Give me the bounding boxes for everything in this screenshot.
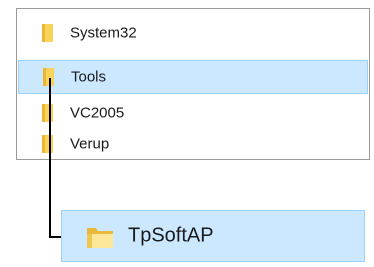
folder-tree-panel: System32 Tools VC2005 Verup (16, 8, 370, 160)
folder-icon (43, 68, 55, 86)
destination-folder-item[interactable]: TpSoftAP (61, 210, 365, 262)
folder-icon (42, 104, 54, 122)
destination-folder-label: TpSoftAP (128, 224, 214, 247)
tree-item-label: Tools (71, 68, 107, 86)
tree-item-system32[interactable]: System32 (18, 16, 368, 50)
tree-item-label: System32 (70, 24, 137, 42)
tree-item-label: Verup (70, 135, 110, 153)
tree-item-verup[interactable]: Verup (18, 130, 368, 158)
tree-item-vc2005[interactable]: VC2005 (18, 96, 368, 130)
tree-item-tools[interactable]: Tools (18, 60, 368, 94)
folder-icon (42, 135, 54, 153)
folder-icon (86, 225, 114, 249)
tree-item-label: VC2005 (70, 104, 125, 122)
folder-icon (42, 24, 54, 42)
